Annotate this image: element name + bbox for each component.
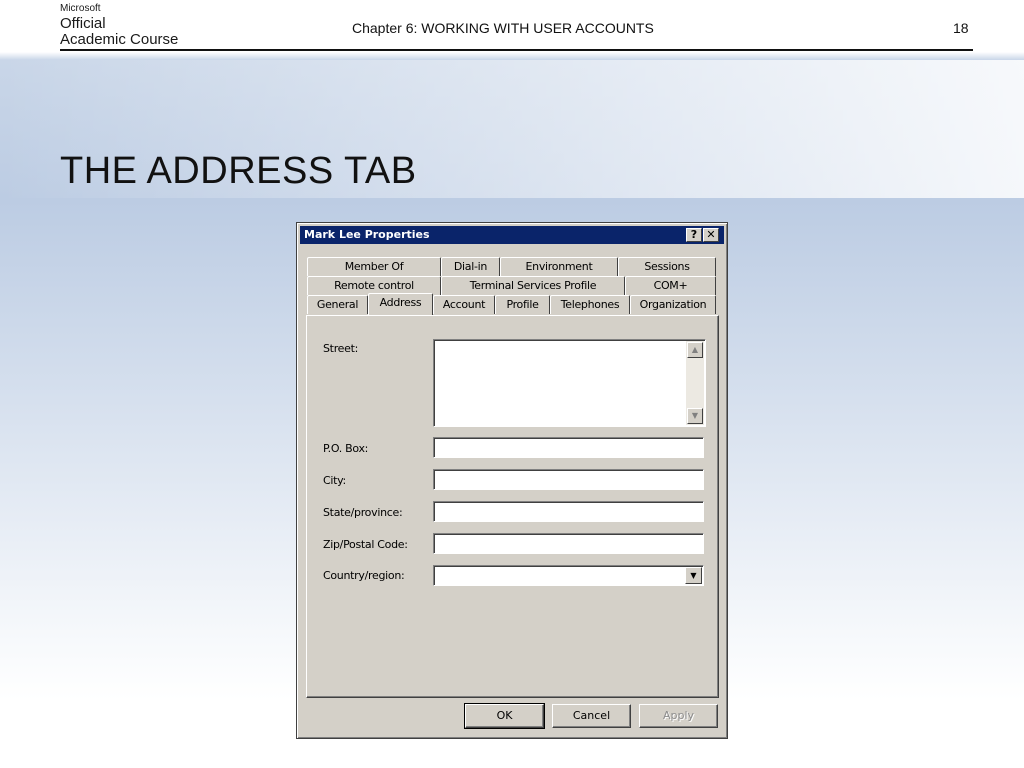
street-textarea[interactable]: ▲ ▼: [433, 339, 706, 427]
tab-com-plus[interactable]: COM+: [625, 276, 716, 295]
country-label: Country/region:: [323, 569, 405, 582]
city-field[interactable]: [433, 469, 704, 490]
street-scrollbar[interactable]: ▲ ▼: [686, 341, 704, 425]
address-tab-panel: Street: ▲ ▼ P.O. Box: City: State/provin…: [306, 315, 719, 698]
tab-member-of[interactable]: Member Of: [307, 257, 441, 276]
dialog-title: Mark Lee Properties: [304, 228, 430, 241]
tab-sessions[interactable]: Sessions: [618, 257, 716, 276]
brand-logo: Microsoft Official Academic Course: [60, 4, 178, 48]
tab-organization[interactable]: Organization: [630, 295, 716, 314]
brand-microsoft: Microsoft: [60, 3, 101, 14]
tab-dial-in[interactable]: Dial-in: [441, 257, 500, 276]
apply-button[interactable]: Apply: [639, 704, 718, 728]
tab-general[interactable]: General: [307, 295, 368, 314]
ok-button[interactable]: OK: [464, 703, 545, 729]
state-label: State/province:: [323, 506, 403, 519]
street-label: Street:: [323, 342, 359, 355]
properties-dialog: Mark Lee Properties ? ✕ Member Of Dial-i…: [296, 222, 728, 739]
scroll-up-icon[interactable]: ▲: [687, 342, 703, 358]
close-button[interactable]: ✕: [703, 228, 719, 242]
country-dropdown[interactable]: ▼: [433, 565, 704, 586]
tab-telephones[interactable]: Telephones: [550, 295, 630, 314]
city-label: City:: [323, 474, 346, 487]
chevron-down-icon[interactable]: ▼: [685, 567, 702, 584]
help-button[interactable]: ?: [686, 228, 702, 242]
scroll-down-icon[interactable]: ▼: [687, 408, 703, 424]
header-divider: [60, 49, 973, 51]
slide-title: THE ADDRESS TAB: [60, 150, 417, 192]
tab-terminal-services-profile[interactable]: Terminal Services Profile: [441, 276, 625, 295]
pobox-field[interactable]: [433, 437, 704, 458]
brand-line2: Academic Course: [60, 31, 179, 48]
tab-account[interactable]: Account: [433, 295, 495, 314]
dialog-titlebar[interactable]: Mark Lee Properties ? ✕: [300, 226, 724, 244]
state-field[interactable]: [433, 501, 704, 522]
tab-environment[interactable]: Environment: [500, 257, 618, 276]
brand-line1: Official: [60, 15, 106, 32]
cancel-button[interactable]: Cancel: [552, 704, 631, 728]
tab-address[interactable]: Address: [368, 293, 433, 315]
page-number: 18: [953, 20, 969, 36]
pobox-label: P.O. Box:: [323, 442, 369, 455]
zip-field[interactable]: [433, 533, 704, 554]
tab-profile[interactable]: Profile: [495, 295, 550, 314]
zip-label: Zip/Postal Code:: [323, 538, 408, 551]
chapter-heading: Chapter 6: WORKING WITH USER ACCOUNTS: [352, 20, 654, 36]
